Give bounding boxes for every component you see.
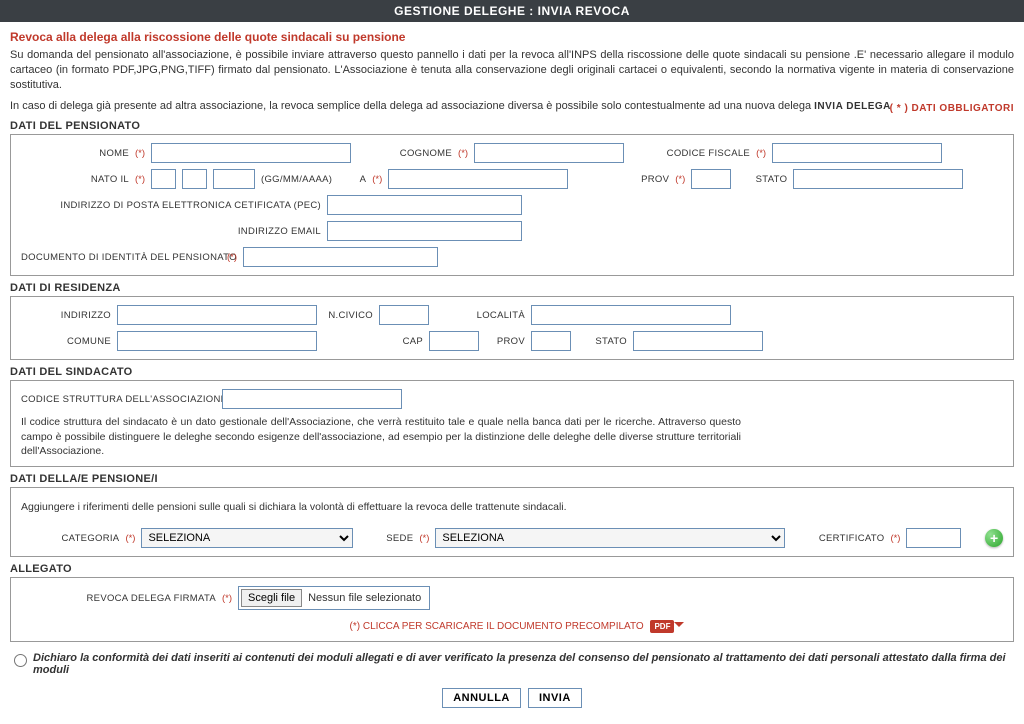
file-none-label: Nessun file selezionato (302, 590, 427, 606)
label-cap: CAP (323, 336, 423, 347)
download-precompiled-link[interactable]: CLICCA PER SCARICARE IL DOCUMENTO PRECOM… (363, 621, 644, 632)
req-nome: (*) (135, 148, 145, 159)
input-nome[interactable] (151, 143, 351, 163)
box-residenza: INDIRIZZO N.CIVICO LOCALITÀ COMUNE CAP P… (10, 296, 1014, 360)
req-sede: (*) (419, 533, 429, 544)
req-a: (*) (372, 174, 382, 185)
req-prov-nascita: (*) (675, 174, 685, 185)
label-a: A (338, 174, 366, 185)
input-nato-aaaa[interactable] (213, 169, 255, 189)
input-docid[interactable] (243, 247, 438, 267)
pensioni-note: Aggiungere i riferimenti delle pensioni … (21, 500, 1003, 514)
input-comune[interactable] (117, 331, 317, 351)
req-certificato: (*) (890, 533, 900, 544)
label-docid: DOCUMENTO DI IDENTITÀ DEL PENSIONATO (21, 252, 221, 263)
invia-button[interactable]: INVIA (528, 688, 582, 708)
select-sede[interactable]: SELEZIONA (435, 528, 785, 548)
input-prov-nascita[interactable] (691, 169, 731, 189)
label-certificato: CERTIFICATO (791, 533, 885, 544)
input-ncivico[interactable] (379, 305, 429, 325)
req-categoria: (*) (125, 533, 135, 544)
label-indirizzo: INDIRIZZO (21, 310, 111, 321)
declaration-radio[interactable] (14, 654, 27, 667)
input-nato-a[interactable] (388, 169, 568, 189)
download-row: (*) CLICCA PER SCARICARE IL DOCUMENTO PR… (21, 620, 1003, 633)
file-input-wrap: Scegli file Nessun file selezionato (238, 586, 430, 610)
intro-heading: Revoca alla delega alla riscossione dell… (10, 30, 1014, 44)
req-cf: (*) (756, 148, 766, 159)
label-categoria: CATEGORIA (21, 533, 119, 544)
label-stato-res: STATO (577, 336, 627, 347)
input-localita[interactable] (531, 305, 731, 325)
label-cf: CODICE FISCALE (630, 148, 750, 159)
req-docid: (*) (227, 252, 237, 263)
input-nato-mm[interactable] (182, 169, 207, 189)
input-stato-res[interactable] (633, 331, 763, 351)
label-prov-res: PROV (485, 336, 525, 347)
input-codstrutt[interactable] (222, 389, 402, 409)
input-cap[interactable] (429, 331, 479, 351)
section-title-residenza: DATI DI RESIDENZA (10, 282, 1014, 294)
section-title-sindacato: DATI DEL SINDACATO (10, 366, 1014, 378)
label-localita: LOCALITÀ (435, 310, 525, 321)
box-pensioni: Aggiungere i riferimenti delle pensioni … (10, 487, 1014, 557)
req-revocafile: (*) (222, 593, 232, 604)
label-codstrutt: CODICE STRUTTURA DELL'ASSOCIAZIONE (21, 394, 216, 405)
box-sindacato: CODICE STRUTTURA DELL'ASSOCIAZIONE Il co… (10, 380, 1014, 467)
intro-paragraph-2: In caso di delega già presente ad altra … (10, 99, 1014, 114)
section-title-pensioni: DATI DELLA/E PENSIONE/I (10, 473, 1014, 485)
input-cognome[interactable] (474, 143, 624, 163)
label-cognome: COGNOME (357, 148, 452, 159)
footer-buttons: ANNULLA INVIA (10, 688, 1014, 708)
input-certificato[interactable] (906, 528, 961, 548)
label-prov-nascita: PROV (574, 174, 669, 185)
download-prefix: (*) (350, 621, 363, 632)
input-indirizzo[interactable] (117, 305, 317, 325)
input-prov-res[interactable] (531, 331, 571, 351)
declaration-row: Dichiaro la conformità dei dati inseriti… (14, 652, 1010, 676)
req-cognome: (*) (458, 148, 468, 159)
label-stato-nascita: STATO (737, 174, 787, 185)
declaration-text: Dichiaro la conformità dei dati inseriti… (33, 652, 1010, 676)
label-ncivico: N.CIVICO (323, 310, 373, 321)
input-stato-nascita[interactable] (793, 169, 963, 189)
input-pec[interactable] (327, 195, 522, 215)
req-natoil: (*) (135, 174, 145, 185)
input-nato-gg[interactable] (151, 169, 176, 189)
sindacato-note: Il codice struttura del sindacato è un d… (21, 415, 741, 458)
box-pensionato: NOME (*) COGNOME (*) CODICE FISCALE (*) … (10, 134, 1014, 276)
box-allegato: REVOCA DELEGA FIRMATA (*) Scegli file Ne… (10, 577, 1014, 642)
add-pension-icon[interactable]: + (985, 529, 1003, 547)
label-natofmt: (GG/MM/AAAA) (261, 174, 332, 185)
annulla-button[interactable]: ANNULLA (442, 688, 521, 708)
label-nome: NOME (21, 148, 129, 159)
intro-paragraph-2-text: In caso di delega già presente ad altra … (10, 100, 814, 112)
section-title-pensionato: DATI DEL PENSIONATO (10, 120, 1014, 132)
label-natoil: NATO IL (21, 174, 129, 185)
label-comune: COMUNE (21, 336, 111, 347)
pdf-icon[interactable]: PDF (650, 620, 674, 633)
select-categoria[interactable]: SELEZIONA (141, 528, 353, 548)
input-email[interactable] (327, 221, 522, 241)
page-header: GESTIONE DELEGHE : INVIA REVOCA (0, 0, 1024, 22)
invia-delega-link[interactable]: INVIA DELEGA (814, 101, 891, 112)
label-sede: SEDE (359, 533, 413, 544)
page-content: Revoca alla delega alla riscossione dell… (0, 22, 1024, 724)
choose-file-button[interactable]: Scegli file (241, 589, 302, 607)
section-title-allegato: ALLEGATO (10, 563, 1014, 575)
label-revocafile: REVOCA DELEGA FIRMATA (21, 593, 216, 604)
label-email: INDIRIZZO EMAIL (21, 226, 321, 237)
label-pec: INDIRIZZO DI POSTA ELETTRONICA CETIFICAT… (21, 200, 321, 211)
input-cf[interactable] (772, 143, 942, 163)
intro-paragraph-1: Su domanda del pensionato all'associazio… (10, 48, 1014, 93)
